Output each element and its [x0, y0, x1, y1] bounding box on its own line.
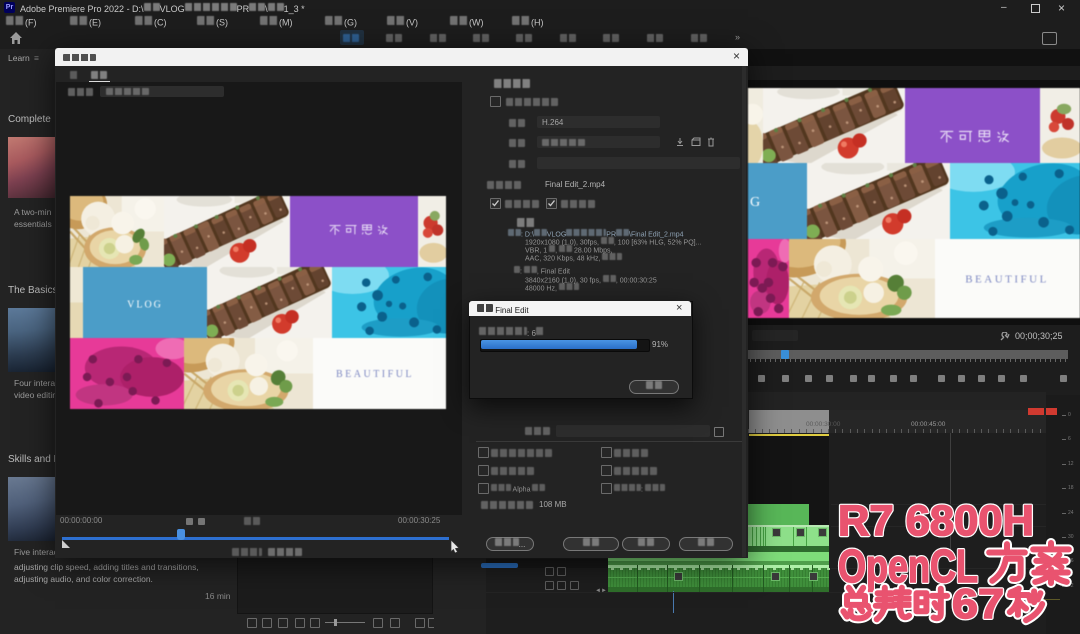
svg-text:BEAUTIFUL: BEAUTIFUL	[336, 369, 414, 380]
svg-text:BEAUTIFUL: BEAUTIFUL	[965, 273, 1049, 285]
svg-text:67: 67	[952, 580, 1004, 627]
svg-text:G: G	[750, 195, 760, 210]
svg-text:VLOG: VLOG	[127, 299, 163, 310]
svg-text:R7 6800H: R7 6800H	[838, 497, 1034, 545]
